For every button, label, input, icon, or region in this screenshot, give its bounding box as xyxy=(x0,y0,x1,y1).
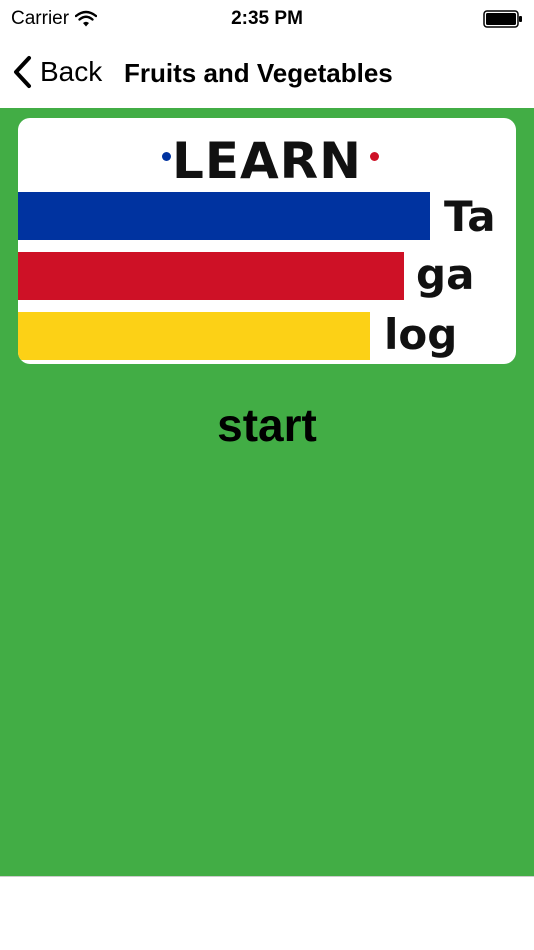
status-time: 2:35 PM xyxy=(231,8,303,29)
logo-bar-red xyxy=(18,252,404,300)
battery-icon xyxy=(483,10,522,28)
logo-bar-blue xyxy=(18,192,430,240)
logo-word: LEARN xyxy=(171,132,363,190)
logo-bar-yellow xyxy=(18,312,370,360)
logo-dot-red xyxy=(370,152,379,161)
chevron-left-icon xyxy=(14,56,31,88)
status-bar: Carrier 2:35 PM xyxy=(0,0,534,38)
start-button[interactable]: start xyxy=(0,398,534,452)
page-title: Fruits and Vegetables xyxy=(124,58,393,88)
logo-syllable-ga: ga xyxy=(416,250,475,299)
logo-dot-blue xyxy=(162,152,171,161)
bottom-bar xyxy=(0,876,534,950)
logo-syllable-log: log xyxy=(384,310,458,359)
learn-tagalog-logo: LEARN Ta ga log xyxy=(18,118,516,364)
back-label: Back xyxy=(40,56,103,87)
navigation-bar: Back Fruits and Vegetables xyxy=(0,38,534,108)
main-content: LEARN Ta ga log start xyxy=(0,108,534,876)
logo-syllable-ta: Ta xyxy=(444,192,496,241)
back-button[interactable]: Back xyxy=(12,52,102,92)
